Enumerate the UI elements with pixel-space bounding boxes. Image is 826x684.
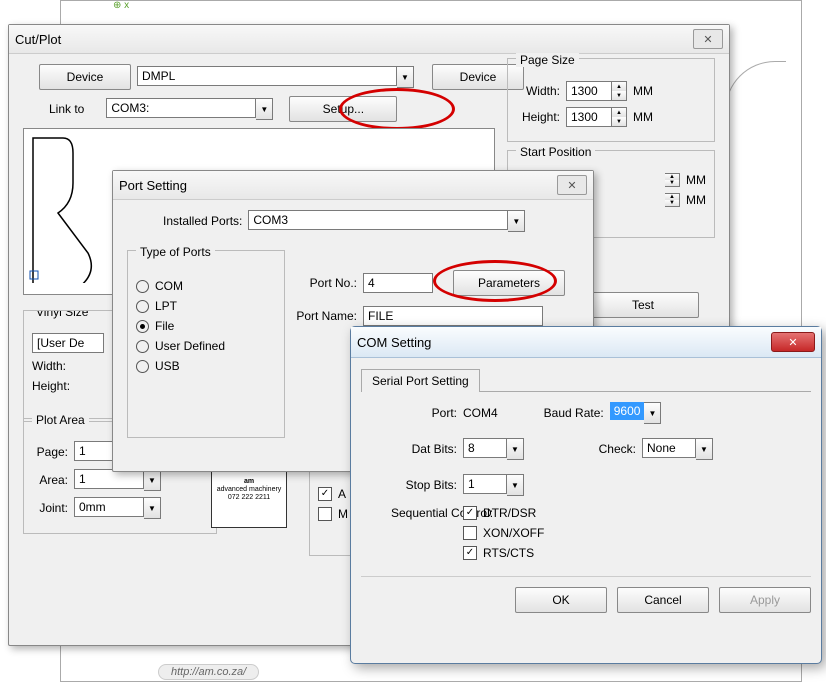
xon-checkbox[interactable] — [463, 526, 477, 540]
portsetting-title: Port Setting — [119, 178, 187, 193]
device-button[interactable]: Device — [39, 64, 131, 90]
height-label: Height: — [516, 110, 560, 124]
pagesize-legend: Page Size — [516, 53, 579, 67]
linkto-input[interactable] — [106, 98, 256, 118]
area-label: Area: — [32, 473, 68, 487]
checkbox[interactable] — [318, 507, 332, 521]
type-of-ports-legend: Type of Ports — [136, 245, 215, 259]
cancel-button[interactable]: Cancel — [617, 587, 709, 613]
mm-unit: MM — [633, 84, 653, 98]
rts-checkbox[interactable]: ✓ — [463, 546, 477, 560]
close-icon[interactable]: ✕ — [557, 175, 587, 195]
plotarea-legend: Plot Area — [32, 413, 89, 427]
width-label: Width: — [516, 84, 560, 98]
portsetting-titlebar: Port Setting ✕ — [113, 171, 593, 200]
cutplot-title: Cut/Plot — [15, 32, 61, 47]
seq-control-label: Sequential Control: — [391, 506, 457, 522]
joint-label: Joint: — [32, 501, 68, 515]
stopbits-combo[interactable]: ▼ — [463, 474, 524, 496]
radio-usb[interactable]: USB — [136, 359, 276, 373]
close-icon[interactable]: ✕ — [693, 29, 723, 49]
tab-serial-port[interactable]: Serial Port Setting — [361, 369, 480, 392]
type-of-ports-group: Type of Ports COM LPT File User Defined … — [127, 250, 285, 438]
baud-value: 9600 — [610, 402, 645, 420]
installed-ports-combo[interactable]: ▼ — [248, 210, 525, 232]
footer-url: http://am.co.za/ — [158, 664, 259, 680]
port-label: Port: — [401, 406, 457, 420]
button-bar: OK Cancel Apply — [361, 576, 811, 613]
linkto-combo[interactable]: ▼ — [106, 98, 273, 120]
comsetting-titlebar: COM Setting ✕ — [351, 327, 821, 358]
height-spinner[interactable]: ▲▼ — [566, 107, 627, 127]
check-label: Check: — [590, 442, 636, 456]
installed-ports-label: Installed Ports: — [163, 214, 242, 228]
portno-label: Port No.: — [293, 276, 357, 290]
vinylsize-legend: Vinyl Size — [32, 310, 92, 319]
linkto-label: Link to — [49, 102, 84, 116]
cutplot-titlebar: Cut/Plot ✕ — [9, 25, 729, 54]
close-icon[interactable]: ✕ — [771, 332, 815, 352]
chevron-down-icon[interactable]: ▼ — [397, 66, 414, 88]
baud-label: Baud Rate: — [544, 406, 604, 420]
dtr-checkbox[interactable]: ✓ — [463, 506, 477, 520]
radio-userdefined[interactable]: User Defined — [136, 339, 276, 353]
pagesize-group: Page Size Width: ▲▼ MM Height: ▲▼ MM — [507, 58, 715, 142]
device-input[interactable] — [137, 66, 397, 86]
chevron-down-icon[interactable]: ▼ — [508, 210, 525, 232]
tabset: Serial Port Setting — [361, 368, 811, 392]
apply-button[interactable]: Apply — [719, 587, 811, 613]
stopbits-label: Stop Bits: — [401, 478, 457, 492]
parameters-button[interactable]: Parameters — [453, 270, 565, 296]
databits-combo[interactable]: ▼ — [463, 438, 524, 460]
chevron-down-icon[interactable]: ▼ — [644, 402, 661, 424]
radio-file[interactable]: File — [136, 319, 276, 333]
checkbox[interactable]: ✓ — [318, 487, 332, 501]
width-spinner[interactable]: ▲▼ — [566, 81, 627, 101]
comsetting-window: COM Setting ✕ Serial Port Setting Port: … — [350, 326, 822, 664]
axis-origin: ⊕ x — [113, 0, 129, 11]
ok-button[interactable]: OK — [515, 587, 607, 613]
vinylsize-combo[interactable] — [32, 333, 104, 353]
radio-lpt[interactable]: LPT — [136, 299, 276, 313]
check-combo[interactable]: ▼ — [642, 438, 713, 460]
page-label: Page: — [32, 445, 68, 459]
databits-label: Dat Bits: — [401, 442, 457, 456]
mm-unit: MM — [633, 110, 653, 124]
chevron-down-icon[interactable]: ▼ — [256, 98, 273, 120]
comsetting-title: COM Setting — [357, 335, 431, 350]
portname-input[interactable] — [363, 306, 543, 326]
radio-com[interactable]: COM — [136, 279, 276, 293]
port-value: COM4 — [463, 406, 498, 420]
startpos-legend: Start Position — [516, 145, 595, 159]
portno-input[interactable] — [363, 273, 433, 293]
test-button[interactable]: Test — [587, 292, 699, 318]
v-height-label: Height: — [32, 379, 70, 393]
baud-combo[interactable]: 9600 ▼ — [610, 402, 662, 424]
portname-label: Port Name: — [293, 309, 357, 323]
device-combo[interactable]: ▼ — [137, 66, 414, 88]
v-width-label: Width: — [32, 359, 66, 373]
setup-button[interactable]: Setup... — [289, 96, 397, 122]
